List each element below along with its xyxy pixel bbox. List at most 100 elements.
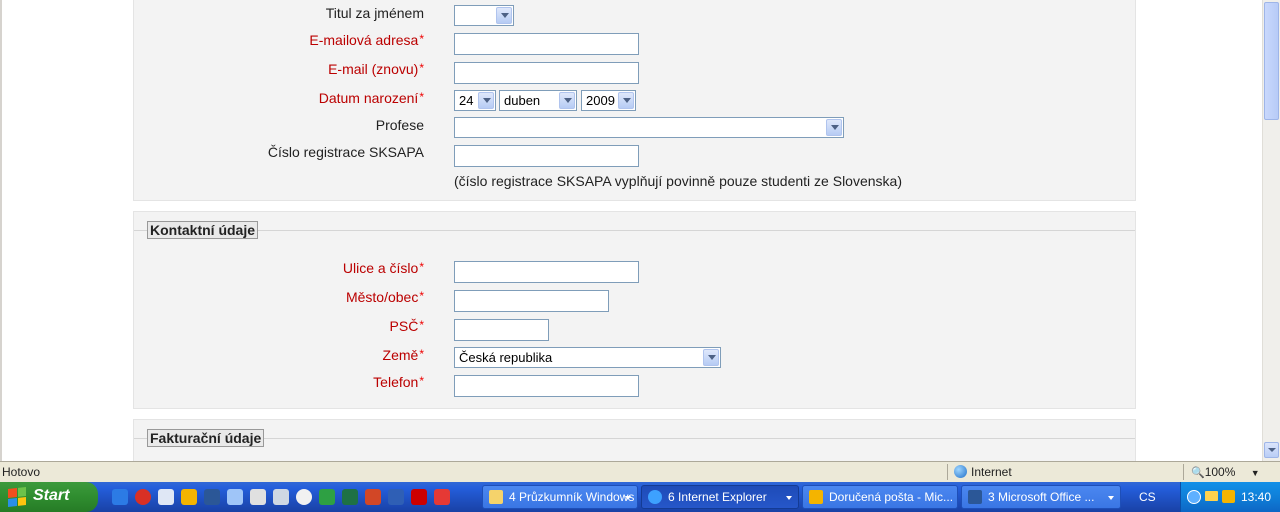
task-label: 3 Microsoft Office ... [988, 490, 1095, 504]
required-mark: * [419, 374, 424, 388]
country-select[interactable]: Česká republika [454, 347, 721, 368]
app3-quicklaunch-icon[interactable] [434, 489, 450, 505]
windows-logo-icon [8, 487, 26, 507]
birthdate-label: Datum narození* [319, 90, 424, 106]
chevron-down-icon [478, 92, 494, 109]
street-label: Ulice a číslo* [343, 260, 424, 276]
task-windows-explorer[interactable]: 4 Průzkumník Windows [482, 485, 638, 509]
printer-quicklaunch-icon[interactable] [250, 489, 266, 505]
billing-legend: Fakturační údaje [147, 429, 265, 447]
country-label-text: Země [382, 347, 419, 363]
acrobat-quicklaunch-icon[interactable] [411, 489, 427, 505]
required-mark: * [419, 347, 424, 361]
task-label: 6 Internet Explorer [668, 490, 767, 504]
zip-label-text: PSČ [389, 318, 419, 334]
zoom-icon: 🔍 [1191, 467, 1205, 479]
mail-icon[interactable] [1205, 491, 1218, 501]
city-label: Město/obec* [346, 289, 424, 305]
city-label-text: Město/obec [345, 289, 419, 305]
contact-divider [134, 230, 1135, 231]
taskbar: Start 4 Průzkumník Windows 6 Internet Ex… [0, 482, 1280, 512]
status-text: Hotovo [2, 465, 41, 479]
chevron-down-icon [496, 7, 512, 24]
task-microsoft-office[interactable]: 3 Microsoft Office ... [961, 485, 1121, 509]
birth-year-select[interactable]: 2009 [581, 90, 636, 111]
street-field[interactable] [454, 261, 639, 283]
billing-panel [133, 419, 1136, 461]
document-quicklaunch-icon[interactable] [273, 489, 289, 505]
globe-icon [954, 465, 967, 478]
word-icon [968, 490, 982, 504]
app-quicklaunch-icon[interactable] [158, 489, 174, 505]
required-mark: * [419, 61, 424, 75]
scroll-down-button[interactable] [1264, 442, 1279, 458]
required-mark: * [419, 289, 424, 303]
contact-legend: Kontaktní údaje [147, 221, 259, 239]
explorer-quicklaunch-icon[interactable] [227, 489, 243, 505]
country-value: Česká republika [459, 350, 553, 365]
email-field[interactable] [454, 33, 639, 55]
sksapa-note: (číslo registrace SKSAPA vyplňují povinn… [454, 173, 902, 189]
scrollbar-thumb[interactable] [1264, 2, 1279, 120]
clock[interactable]: 13:40 [1241, 490, 1271, 504]
task-label: 4 Průzkumník Windows [509, 490, 635, 504]
email-repeat-label: E-mail (znovu)* [328, 61, 424, 77]
folder-icon [489, 490, 503, 504]
media-player-quicklaunch-icon[interactable] [296, 489, 312, 505]
email-repeat-field[interactable] [454, 62, 639, 84]
start-label: Start [33, 487, 70, 504]
powerpoint-quicklaunch-icon[interactable] [365, 489, 381, 505]
city-field[interactable] [454, 290, 609, 312]
ie-icon [648, 490, 662, 504]
task-label: Doručená pošta - Mic... [829, 490, 954, 504]
zoom-control[interactable]: 🔍100% ▼ [1191, 464, 1260, 481]
chevron-down-icon [786, 496, 792, 500]
birth-year-value: 2009 [586, 93, 615, 108]
country-label: Země* [383, 347, 424, 363]
sksapa-field[interactable] [454, 145, 639, 167]
birth-day-select[interactable]: 24 [454, 90, 496, 111]
calendar-icon[interactable] [1222, 490, 1235, 503]
required-mark: * [419, 260, 424, 274]
birth-day-value: 24 [459, 93, 474, 108]
outlook-quicklaunch-icon[interactable] [181, 489, 197, 505]
play-quicklaunch-icon[interactable] [319, 489, 335, 505]
profession-label: Profese [375, 117, 424, 133]
chevron-down-icon [703, 349, 719, 366]
birth-month-select[interactable]: duben [499, 90, 577, 111]
sksapa-label: Číslo registrace SKSAPA [267, 144, 424, 160]
language-indicator[interactable]: CS [1139, 490, 1156, 504]
system-tray: 13:40 [1180, 482, 1280, 512]
phone-label-text: Telefon [373, 374, 419, 390]
billing-divider [134, 438, 1135, 439]
title-after-select[interactable] [454, 5, 514, 26]
task-internet-explorer[interactable]: 6 Internet Explorer [641, 485, 799, 509]
browser-quicklaunch-icon[interactable] [135, 489, 151, 505]
required-mark: * [419, 32, 424, 46]
required-mark: * [419, 90, 424, 104]
ie-quicklaunch-icon[interactable] [112, 489, 128, 505]
chevron-down-icon [1108, 496, 1114, 500]
profession-select[interactable] [454, 117, 844, 138]
chevron-down-icon [618, 92, 634, 109]
chevron-down-icon: ▼ [1250, 468, 1260, 478]
status-separator [1183, 464, 1184, 480]
word-quicklaunch-icon[interactable] [204, 489, 220, 505]
email-repeat-label-text: E-mail (znovu) [328, 61, 419, 77]
start-button[interactable]: Start [0, 482, 98, 512]
app2-quicklaunch-icon[interactable] [388, 489, 404, 505]
chevron-down-icon [826, 119, 842, 136]
phone-field[interactable] [454, 375, 639, 397]
browser-viewport: Titul za jménem E-mailová adresa* E-mail… [0, 0, 1262, 461]
vertical-scrollbar[interactable] [1262, 0, 1280, 461]
email-label: E-mailová adresa* [309, 32, 424, 48]
tray-expand-icon[interactable] [1187, 490, 1201, 504]
excel-quicklaunch-icon[interactable] [342, 489, 358, 505]
task-outlook-inbox[interactable]: Doručená pošta - Mic... [802, 485, 958, 509]
zip-field[interactable] [454, 319, 549, 341]
internet-zone[interactable]: Internet [954, 464, 1012, 480]
zip-label: PSČ* [390, 318, 424, 334]
zoom-value: 100% [1204, 465, 1236, 479]
outlook-icon [809, 490, 823, 504]
email-label-text: E-mailová adresa [309, 32, 419, 48]
